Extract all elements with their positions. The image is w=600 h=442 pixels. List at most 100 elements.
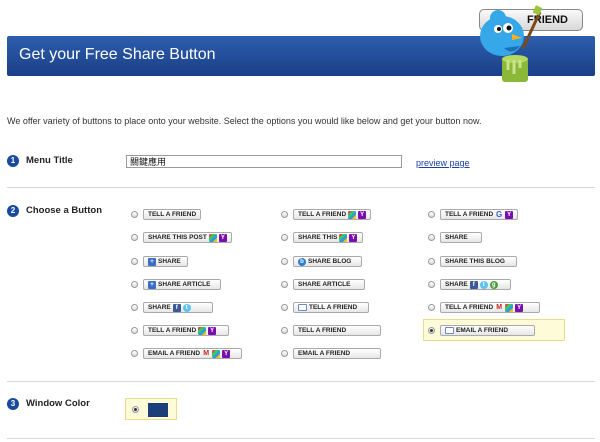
yahoo-icon: Y xyxy=(349,233,358,242)
share-button-option[interactable]: + SHARE xyxy=(143,256,188,267)
page-title: Get your Free Share Button xyxy=(19,46,216,63)
window-color-radio[interactable] xyxy=(132,406,139,413)
button-option-radio[interactable] xyxy=(281,350,288,357)
button-option-radio[interactable] xyxy=(428,327,435,334)
share-button-option[interactable]: TELL A FRIEND Y xyxy=(143,325,229,336)
share-button-label: TELL A FRIEND xyxy=(148,211,197,218)
share-button-label: SHARE THIS POST xyxy=(148,234,207,241)
step-3-badge: 3 xyxy=(7,398,19,410)
share-button-label: SHARE BLOG xyxy=(308,258,352,265)
blog-icon: b xyxy=(298,257,306,266)
share-button-label: EMAIL A FRIEND xyxy=(148,350,201,357)
share-button-label: TELL A FRIEND xyxy=(298,327,347,334)
share-button-option[interactable]: SHARE THIS BLOG xyxy=(440,256,517,267)
twitter-icon: t xyxy=(479,280,488,289)
facebook-icon: f xyxy=(172,303,181,312)
msn-icon xyxy=(198,326,207,335)
plus-icon: + xyxy=(148,280,156,289)
share-button-label: SHARE THIS BLOG xyxy=(445,258,505,265)
window-color-swatch[interactable] xyxy=(148,403,168,417)
share-button-option[interactable]: + SHARE ARTICLE xyxy=(143,279,221,290)
divider xyxy=(7,438,595,439)
window-color-label: Window Color xyxy=(26,398,90,409)
button-option-radio[interactable] xyxy=(428,258,435,265)
share-button-option[interactable]: EMAIL A FRIEND xyxy=(293,348,381,359)
share-button-option[interactable]: EMAIL A FRIEND xyxy=(440,325,535,336)
share-button-label: TELL A FRIEND xyxy=(309,304,358,311)
share-button-label: TELL A FRIEND xyxy=(445,211,494,218)
share-button-option[interactable]: b SHARE BLOG xyxy=(293,256,362,267)
share-button-label: TELL A FRIEND xyxy=(445,304,494,311)
share-button-option[interactable]: SHARE f t xyxy=(143,302,213,313)
menu-title-input[interactable] xyxy=(126,155,402,168)
share-button-label: SHARE ARTICLE xyxy=(158,281,211,288)
button-option-radio[interactable] xyxy=(131,327,138,334)
share-button-option[interactable]: SHARE ARTICLE xyxy=(293,279,365,290)
twitter-icon: t xyxy=(182,303,191,312)
button-option-radio[interactable] xyxy=(281,327,288,334)
yahoo-icon: Y xyxy=(222,349,231,358)
intro-text: We offer variety of buttons to place ont… xyxy=(7,116,482,126)
yahoo-icon: Y xyxy=(505,210,514,219)
share-button-option[interactable]: TELL A FRIEND G Y xyxy=(440,209,519,220)
gmail-icon: M xyxy=(496,303,503,311)
green-share-icon: g xyxy=(489,280,498,289)
button-option-radio[interactable] xyxy=(131,350,138,357)
share-button-option[interactable]: TELL A FRIEND Y xyxy=(293,209,372,220)
button-option-radio[interactable] xyxy=(428,211,435,218)
share-button-label: SHARE THIS xyxy=(298,234,338,241)
step-2-badge: 2 xyxy=(7,205,19,217)
button-option-radio[interactable] xyxy=(131,258,138,265)
button-option-radio[interactable] xyxy=(281,304,288,311)
button-option-radio[interactable] xyxy=(428,304,435,311)
share-button-option[interactable]: SHARE xyxy=(440,232,482,243)
button-option-radio[interactable] xyxy=(281,211,288,218)
share-button-option[interactable]: EMAIL A FRIEND M Y xyxy=(143,348,242,359)
share-button-label: EMAIL A FRIEND xyxy=(298,350,351,357)
step-1-badge: 1 xyxy=(7,155,19,167)
button-option-radio[interactable] xyxy=(428,281,435,288)
button-option-radio[interactable] xyxy=(281,258,288,265)
share-button-label: EMAIL A FRIEND xyxy=(456,327,509,334)
twitter-bird-logo xyxy=(480,5,543,82)
share-button-label: SHARE xyxy=(148,304,171,311)
button-option-radio[interactable] xyxy=(131,304,138,311)
share-button-option[interactable]: SHARE THIS Y xyxy=(293,232,363,243)
msn-icon xyxy=(348,210,357,219)
share-button-option[interactable]: TELL A FRIEND xyxy=(293,325,381,336)
share-button-option[interactable]: TELL A FRIEND xyxy=(143,209,202,220)
button-option-radio[interactable] xyxy=(281,281,288,288)
share-button-label: TELL A FRIEND xyxy=(298,211,347,218)
preview-page-link[interactable]: preview page xyxy=(416,158,470,168)
share-button-label: SHARE ARTICLE xyxy=(298,281,351,288)
plus-icon: + xyxy=(148,257,156,266)
share-button-label: SHARE xyxy=(445,234,468,241)
button-option-radio[interactable] xyxy=(428,234,435,241)
facebook-icon: f xyxy=(469,280,478,289)
share-button-option[interactable]: SHARE f t g xyxy=(440,279,511,290)
msn-icon xyxy=(208,233,217,242)
menu-title-label: Menu Title xyxy=(26,155,73,166)
share-button-option[interactable]: TELL A FRIEND M Y xyxy=(440,302,540,313)
yahoo-icon: Y xyxy=(515,303,524,312)
divider xyxy=(7,381,595,382)
mail-icon xyxy=(298,304,307,311)
divider xyxy=(7,187,595,188)
share-button-label: TELL A FRIEND xyxy=(148,327,197,334)
msn-icon xyxy=(212,349,221,358)
msn-icon xyxy=(339,233,348,242)
gmail-icon: M xyxy=(203,349,210,357)
choose-button-label: Choose a Button xyxy=(26,205,102,216)
mail-icon xyxy=(445,327,454,334)
share-button-option[interactable]: TELL A FRIEND xyxy=(293,302,369,313)
button-option-radio[interactable] xyxy=(131,234,138,241)
share-button-label: SHARE xyxy=(445,281,468,288)
share-button-label: SHARE xyxy=(158,258,181,265)
button-option-radio[interactable] xyxy=(281,234,288,241)
button-option-radio[interactable] xyxy=(131,281,138,288)
yahoo-icon: Y xyxy=(208,326,217,335)
msn-icon xyxy=(505,303,514,312)
share-button-option[interactable]: SHARE THIS POST Y xyxy=(143,232,232,243)
button-option-radio[interactable] xyxy=(131,211,138,218)
yahoo-icon: Y xyxy=(358,210,367,219)
